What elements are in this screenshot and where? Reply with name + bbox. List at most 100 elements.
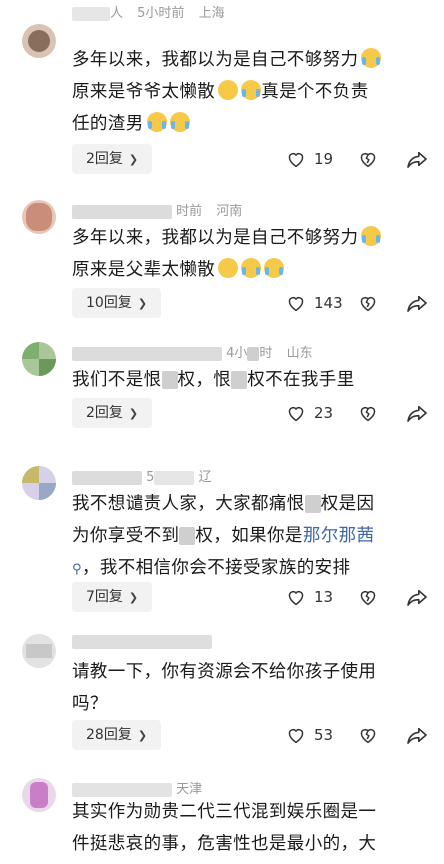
like-count: 13 (314, 588, 334, 606)
comment-text[interactable]: 多年以来，我都以为是自己不够努力 原来是爷爷太懒散 真是个不负责 任的渣男 (72, 44, 422, 140)
comment-time: 时前 (176, 204, 203, 219)
like-count: 53 (314, 726, 334, 744)
share-button[interactable] (406, 150, 428, 168)
dislike-button[interactable] (358, 726, 378, 744)
share-icon (407, 151, 427, 168)
share-button[interactable] (406, 294, 428, 312)
crying-laughing-emoji-icon (264, 258, 285, 278)
username-mosaic (72, 634, 212, 649)
like-count: 23 (314, 404, 334, 422)
share-icon (407, 295, 427, 312)
share-icon (407, 405, 427, 422)
chevron-right-icon: ❯ (128, 591, 139, 604)
censored-mosaic (304, 495, 321, 513)
username-mosaic (72, 6, 110, 21)
comment-location: 天津 (176, 782, 203, 797)
chevron-right-icon: ❯ (128, 153, 139, 166)
comment-text[interactable]: 多年以来，我都以为是自己不够努力 原来是父辈太懒散 (72, 222, 422, 286)
share-button[interactable] (406, 404, 428, 422)
heart-icon (288, 728, 304, 744)
censored-mosaic (161, 371, 178, 389)
like-button[interactable]: 13 (286, 588, 344, 606)
censored-mosaic (231, 371, 248, 389)
comment-meta: 人 5小时前 上海 (72, 2, 225, 22)
comment-text[interactable]: 我不想谴责人家，大家都痛恨 权是因 为你享受不到 权，如果你是那尔那茜 ⚲，我不相信… (72, 488, 422, 584)
time-mosaic (154, 470, 195, 485)
chevron-right-icon: ❯ (137, 297, 148, 310)
like-count: 19 (314, 150, 334, 168)
heart-icon (288, 406, 304, 422)
username-mosaic (72, 470, 142, 485)
share-button[interactable] (406, 726, 428, 744)
chevron-right-icon: ❯ (137, 729, 148, 742)
share-icon (407, 727, 427, 744)
heart-icon (288, 152, 304, 168)
comment-meta: 天津 (72, 778, 202, 798)
comment-location: 山东 (286, 346, 313, 361)
comment-actions: 143 (286, 288, 428, 318)
crying-emoji-icon (146, 112, 167, 132)
dislike-button[interactable] (358, 588, 378, 606)
comment-text[interactable]: 我们不是恨 权，恨 权不在我手里 (72, 364, 422, 396)
censored-mosaic (179, 527, 196, 545)
smirk-emoji-icon (218, 80, 239, 100)
comment-actions: 13 (286, 582, 428, 612)
comment-meta: 4小时 山东 (72, 342, 313, 362)
chevron-right-icon: ❯ (128, 407, 139, 420)
smirk-emoji-icon (218, 258, 239, 278)
broken-heart-icon (360, 296, 376, 312)
username-mosaic (72, 204, 172, 219)
crying-laughing-emoji-icon (241, 80, 262, 100)
dislike-button[interactable] (358, 150, 378, 168)
crying-laughing-emoji-icon (361, 48, 382, 68)
crying-laughing-emoji-icon (361, 226, 382, 246)
dislike-button[interactable] (358, 294, 378, 312)
avatar[interactable] (22, 342, 56, 376)
comment-location: 上海 (198, 6, 225, 21)
avatar[interactable] (22, 634, 56, 668)
replies-button[interactable]: 28回复 ❯ (72, 720, 162, 750)
comment-location: 河南 (216, 204, 243, 219)
dislike-button[interactable] (358, 404, 378, 422)
heart-icon (288, 296, 304, 312)
broken-heart-icon (360, 590, 376, 606)
comment-meta (72, 634, 212, 654)
comment-meta: 5 辽 (72, 466, 212, 486)
comment-actions: 53 (286, 720, 428, 750)
avatar[interactable] (22, 24, 56, 58)
crying-emoji-icon (169, 112, 190, 132)
username[interactable]: 人 (110, 2, 123, 21)
replies-button[interactable]: 2回复 ❯ (72, 144, 153, 174)
username-mosaic (72, 346, 222, 361)
avatar[interactable] (22, 466, 56, 500)
like-button[interactable]: 23 (286, 404, 344, 422)
comment-time: 5小时前 (137, 6, 185, 21)
time-mosaic (247, 346, 260, 361)
like-button[interactable]: 53 (286, 726, 344, 744)
like-button[interactable]: 19 (286, 150, 344, 168)
search-icon[interactable]: ⚲ (72, 562, 82, 577)
share-button[interactable] (406, 588, 428, 606)
avatar[interactable] (22, 200, 56, 234)
username-mosaic (72, 782, 172, 797)
replies-button[interactable]: 2回复 ❯ (72, 398, 153, 428)
like-button[interactable]: 143 (286, 294, 344, 312)
comment-location: 辽 (198, 470, 212, 485)
comment-actions: 23 (286, 398, 428, 428)
share-icon (407, 589, 427, 606)
crying-laughing-emoji-icon (241, 258, 262, 278)
avatar[interactable] (22, 778, 56, 812)
comment-time: 5 (146, 470, 155, 485)
broken-heart-icon (360, 406, 376, 422)
comment-meta: 时前 河南 (72, 200, 242, 220)
replies-button[interactable]: 10回复 ❯ (72, 288, 162, 318)
broken-heart-icon (360, 152, 376, 168)
comment-actions: 19 (286, 144, 428, 174)
comment-text[interactable]: 其实作为勋贵二代三代混到娱乐圈是一 件挺悲哀的事，危害性也是最小的，大 (72, 796, 422, 860)
comment-text[interactable]: 请教一下，你有资源会不给你孩子使用 吗？ (72, 656, 422, 720)
replies-button[interactable]: 7回复 ❯ (72, 582, 153, 612)
comment-time: 4小 (226, 346, 248, 361)
topic-link[interactable]: 那尔那茜 (303, 526, 375, 546)
like-count: 143 (314, 294, 343, 312)
broken-heart-icon (360, 728, 376, 744)
